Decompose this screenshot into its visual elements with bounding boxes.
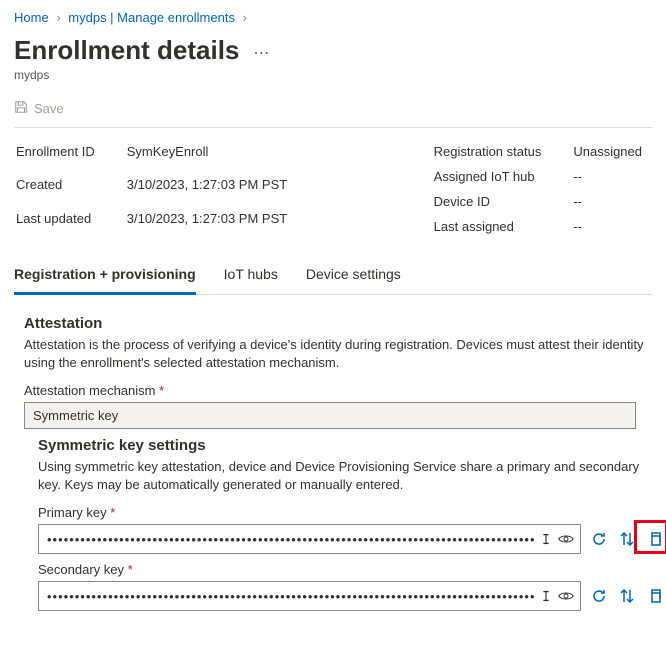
save-icon — [14, 100, 28, 117]
chevron-right-icon: › — [243, 10, 247, 25]
breadcrumb-mid[interactable]: mydps | Manage enrollments — [68, 10, 235, 25]
properties-panel: Enrollment ID SymKeyEnroll Created 3/10/… — [14, 138, 652, 240]
divider — [14, 127, 652, 128]
attestation-mechanism-value[interactable]: Symmetric key — [24, 402, 636, 429]
primary-key-masked-value: ••••••••••••••••••••••••••••••••••••••••… — [47, 532, 536, 547]
page-subtitle: mydps — [14, 68, 652, 82]
properties-left: Enrollment ID SymKeyEnroll Created 3/10/… — [14, 138, 297, 240]
more-actions-button[interactable]: ⋯ — [253, 43, 269, 63]
value-enrollment-id: SymKeyEnroll — [127, 140, 295, 171]
swap-icon[interactable] — [618, 586, 636, 606]
breadcrumb: Home › mydps | Manage enrollments › — [14, 10, 652, 25]
value-device-id: -- — [573, 190, 650, 213]
symmetric-key-description: Using symmetric key attestation, device … — [38, 458, 648, 493]
label-enrollment-id: Enrollment ID — [16, 140, 125, 171]
symmetric-key-heading: Symmetric key settings — [38, 437, 648, 454]
secondary-key-input[interactable]: ••••••••••••••••••••••••••••••••••••••••… — [38, 581, 581, 611]
label-last-assigned: Last assigned — [434, 215, 572, 238]
label-created: Created — [16, 173, 125, 204]
chevron-right-icon: › — [56, 10, 60, 25]
tab-device-settings[interactable]: Device settings — [306, 260, 401, 294]
cursor-icon[interactable] — [536, 529, 556, 549]
label-reg-status: Registration status — [434, 140, 572, 163]
attestation-mechanism-label: Attestation mechanism * — [24, 383, 648, 398]
show-hide-icon[interactable] — [556, 529, 576, 549]
tab-bar: Registration + provisioning IoT hubs Dev… — [14, 260, 652, 295]
regenerate-icon[interactable] — [591, 586, 609, 606]
value-created: 3/10/2023, 1:27:03 PM PST — [127, 173, 295, 204]
label-assigned-hub: Assigned IoT hub — [434, 165, 572, 188]
secondary-key-label: Secondary key * — [38, 562, 648, 577]
tab-iot-hubs[interactable]: IoT hubs — [224, 260, 278, 294]
label-device-id: Device ID — [434, 190, 572, 213]
value-last-assigned: -- — [573, 215, 650, 238]
secondary-key-masked-value: ••••••••••••••••••••••••••••••••••••••••… — [47, 589, 536, 604]
value-reg-status: Unassigned — [573, 140, 650, 163]
properties-right: Registration status Unassigned Assigned … — [432, 138, 652, 240]
label-last-updated: Last updated — [16, 207, 125, 238]
save-button[interactable]: Save — [34, 101, 64, 116]
attestation-heading: Attestation — [24, 315, 648, 332]
show-hide-icon[interactable] — [556, 586, 576, 606]
breadcrumb-home[interactable]: Home — [14, 10, 49, 25]
tab-registration-provisioning[interactable]: Registration + provisioning — [14, 260, 196, 295]
page-title: Enrollment details — [14, 35, 239, 66]
primary-key-label: Primary key * — [38, 505, 648, 520]
regenerate-icon[interactable] — [591, 529, 609, 549]
attestation-description: Attestation is the process of verifying … — [24, 336, 648, 371]
copy-icon[interactable] — [646, 529, 664, 549]
value-last-updated: 3/10/2023, 1:27:03 PM PST — [127, 207, 295, 238]
swap-icon[interactable] — [618, 529, 636, 549]
value-assigned-hub: -- — [573, 165, 650, 188]
cursor-icon[interactable] — [536, 586, 556, 606]
copy-icon[interactable] — [646, 586, 664, 606]
primary-key-input[interactable]: ••••••••••••••••••••••••••••••••••••••••… — [38, 524, 581, 554]
